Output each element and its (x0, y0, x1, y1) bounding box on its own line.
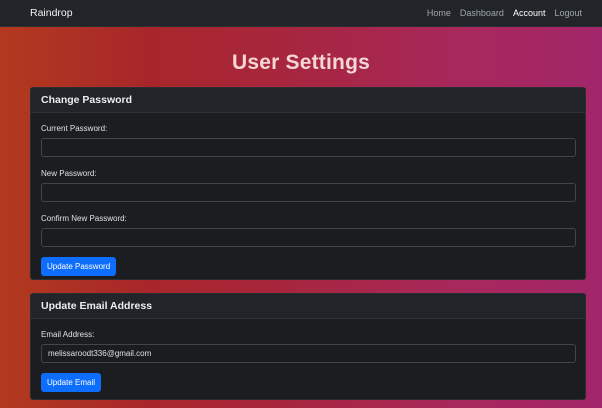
top-navbar: Raindrop Home Dashboard Account Logout (0, 0, 602, 27)
nav-link-account[interactable]: Account (513, 8, 546, 18)
nav-link-home[interactable]: Home (427, 8, 451, 18)
new-password-label: New Password: (41, 169, 97, 178)
change-password-card: Change Password Current Password: New Pa… (30, 87, 586, 280)
current-password-input[interactable] (41, 138, 576, 157)
confirm-password-label: Confirm New Password: (41, 214, 127, 223)
update-email-button[interactable]: Update Email (41, 373, 102, 392)
brand-logo[interactable]: Raindrop (30, 7, 73, 19)
current-password-label: Current Password: (41, 124, 108, 133)
email-address-input[interactable]: melissaroodt336@gmail.com (41, 344, 576, 363)
update-email-card: Update Email Address Email Address: meli… (30, 293, 586, 400)
confirm-password-input[interactable] (41, 228, 576, 247)
nav-links: Home Dashboard Account Logout (427, 8, 582, 18)
email-address-label: Email Address: (41, 330, 95, 339)
update-email-header: Update Email Address (31, 294, 585, 319)
update-password-button[interactable]: Update Password (41, 257, 117, 276)
nav-link-logout[interactable]: Logout (554, 8, 582, 18)
nav-link-dashboard[interactable]: Dashboard (460, 8, 504, 18)
page-title: User Settings (232, 51, 370, 74)
change-password-header: Change Password (31, 88, 585, 113)
new-password-input[interactable] (41, 183, 576, 202)
